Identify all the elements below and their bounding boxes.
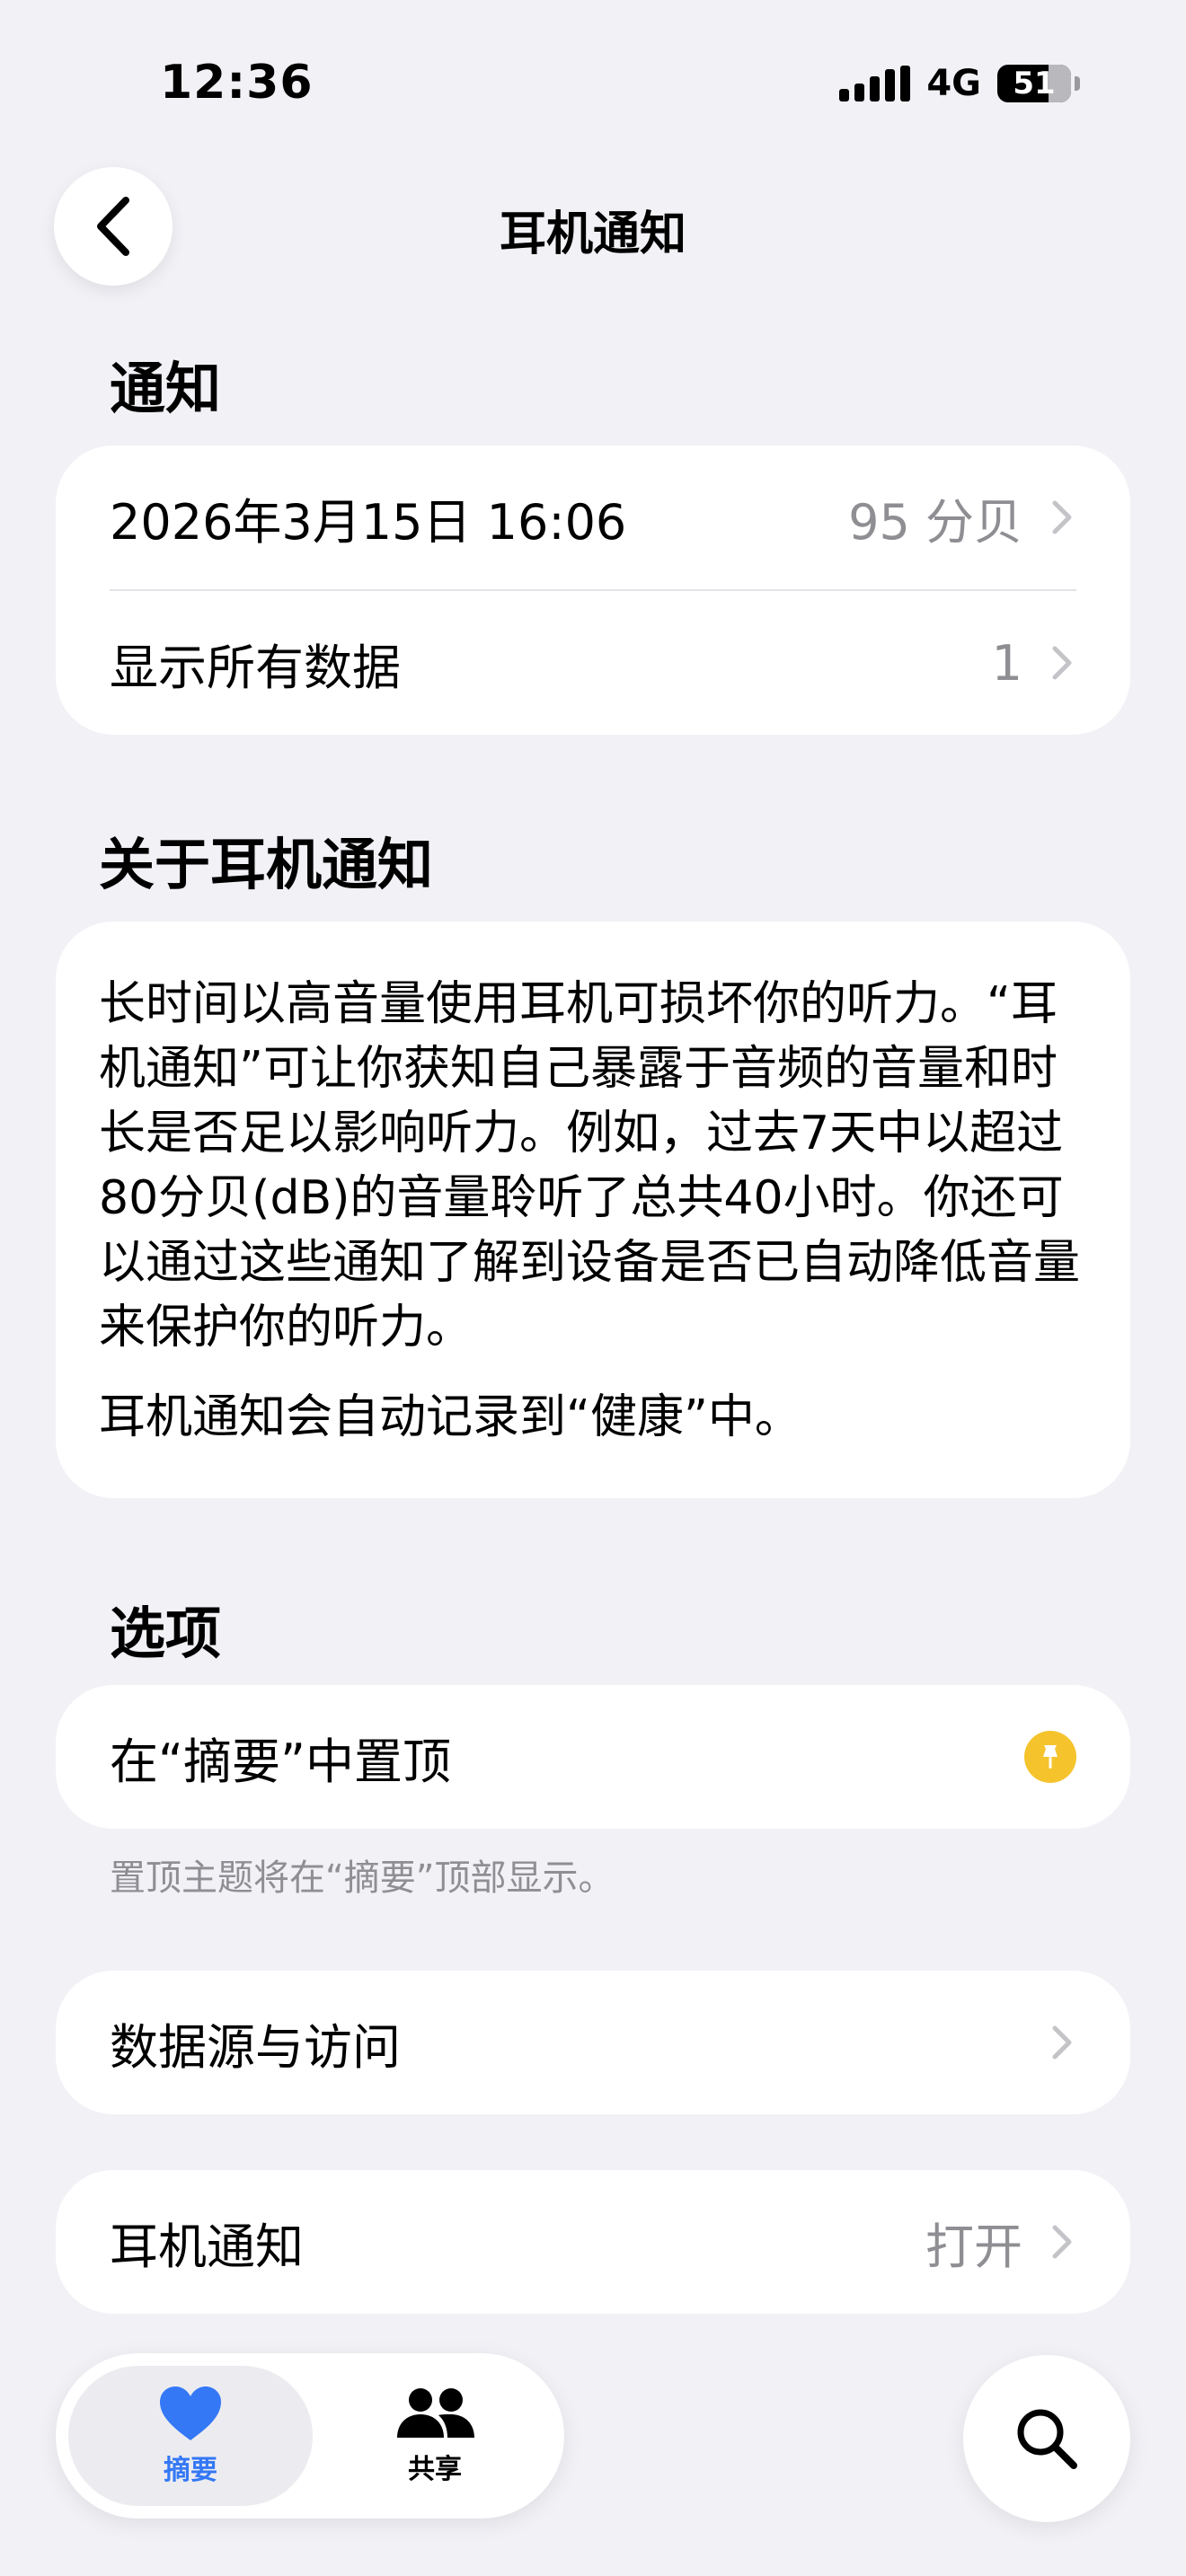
about-paragraph-health: 耳机通知会自动记录到“健康”中。 xyxy=(99,1390,801,1444)
heart-icon xyxy=(160,2386,221,2440)
show-all-data-label: 显示所有数据 xyxy=(110,639,401,696)
pin-icon[interactable] xyxy=(1024,1731,1076,1783)
tab-summary-label: 摘要 xyxy=(164,2455,217,2486)
options-section-title: 选项 xyxy=(110,1601,222,1666)
notifications-section-title: 通知 xyxy=(110,356,222,421)
about-section-title: 关于耳机通知 xyxy=(99,832,434,897)
tab-sharing-label: 共享 xyxy=(408,2454,462,2485)
battery-level: 51 xyxy=(1013,66,1056,101)
network-type: 4G xyxy=(926,63,981,104)
notification-row[interactable]: 2026年3月15日 16:06 95 分贝 xyxy=(56,446,1130,589)
status-indicators: 4G 51 xyxy=(839,63,1080,104)
headphone-notifications-status: 打开 xyxy=(925,2218,1022,2275)
show-all-data-count: 1 xyxy=(991,634,1022,692)
chevron-right-icon xyxy=(1052,2025,1072,2060)
pin-to-summary-row[interactable]: 在“摘要”中置顶 xyxy=(56,1685,1130,1829)
show-all-data-row[interactable]: 显示所有数据 1 xyxy=(56,591,1130,735)
search-icon xyxy=(1017,2409,1077,2469)
headphone-notifications-label: 耳机通知 xyxy=(110,2218,304,2275)
status-time: 12:36 xyxy=(160,56,314,110)
cellular-signal-icon xyxy=(839,66,911,101)
data-sources-label: 数据源与访问 xyxy=(110,2018,401,2076)
search-button[interactable] xyxy=(963,2355,1130,2522)
battery-cap xyxy=(1075,76,1080,91)
notification-level: 95 分贝 xyxy=(848,493,1022,551)
about-paragraph: 长时间以高音量使用耳机可损坏你的听力。“耳机通知”可让你获知自己暴露于音频的音量… xyxy=(99,977,1081,1354)
pin-to-summary-label: 在“摘要”中置顶 xyxy=(110,1733,451,1790)
notification-date: 2026年3月15日 16:06 xyxy=(110,493,627,551)
pin-footnote: 置顶主题将在“摘要”顶部显示。 xyxy=(110,1857,615,1899)
page-title: 耳机通知 xyxy=(499,207,686,261)
tab-bar: 摘要 共享 xyxy=(56,2353,564,2519)
chevron-right-icon xyxy=(1052,646,1072,680)
pin-card: 在“摘要”中置顶 xyxy=(56,1685,1130,1829)
pushpin-icon xyxy=(1043,1745,1058,1769)
data-sources-card: 数据源与访问 xyxy=(56,1971,1130,2114)
tab-sharing[interactable]: 共享 xyxy=(313,2366,557,2506)
chevron-right-icon xyxy=(1052,500,1072,534)
notifications-card: 2026年3月15日 16:06 95 分贝 显示所有数据 1 xyxy=(56,446,1130,735)
headphone-notifications-card: 耳机通知 打开 xyxy=(56,2170,1130,2314)
people-icon xyxy=(397,2388,474,2438)
tab-summary[interactable]: 摘要 xyxy=(68,2366,313,2506)
data-sources-row[interactable]: 数据源与访问 xyxy=(56,1971,1130,2114)
battery-icon: 51 xyxy=(997,65,1071,102)
headphone-notifications-row[interactable]: 耳机通知 打开 xyxy=(56,2170,1130,2314)
chevron-right-icon xyxy=(1052,2225,1072,2259)
about-card: 长时间以高音量使用耳机可损坏你的听力。“耳机通知”可让你获知自己暴露于音频的音量… xyxy=(56,922,1130,1498)
